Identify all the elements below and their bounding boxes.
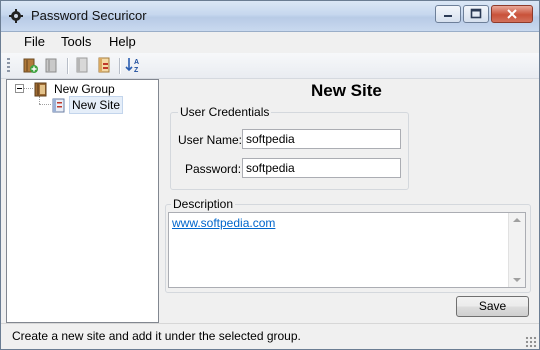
save-button[interactable]: Save: [456, 296, 529, 317]
scroll-up-icon[interactable]: [513, 218, 521, 222]
password-label: Password:: [185, 162, 242, 176]
status-text: Create a new site and add it under the s…: [12, 329, 301, 343]
app-window: Password Securicor File Tools Help A Z N…: [0, 0, 540, 350]
tree-item-label: New Site: [69, 96, 124, 114]
delete-icon[interactable]: [43, 56, 61, 74]
svg-text:A: A: [134, 59, 139, 66]
toolbar-separator: [119, 58, 121, 74]
window-controls: [433, 5, 533, 25]
svg-text:Z: Z: [134, 67, 139, 74]
credentials-groupbox: User Credentials: [170, 105, 409, 190]
site-icon: [52, 98, 65, 113]
description-link[interactable]: www.softpedia.com: [172, 216, 275, 230]
password-field[interactable]: [242, 158, 401, 178]
page-title: New Site: [311, 81, 382, 100]
tree-connector: [24, 88, 33, 89]
menu-bar: File Tools Help: [1, 32, 539, 52]
description-textarea[interactable]: www.softpedia.com: [168, 212, 526, 288]
credentials-label: User Credentials: [178, 105, 272, 119]
toolbar-grip[interactable]: [7, 58, 10, 74]
description-label: Description: [171, 197, 236, 211]
add-group-icon[interactable]: [21, 56, 39, 74]
tree-connector: [39, 96, 40, 104]
menu-file[interactable]: File: [24, 34, 45, 49]
group-tree[interactable]: New Group New Site: [6, 79, 159, 323]
folder-group-icon: [34, 82, 47, 97]
status-bar: Create a new site and add it under the s…: [1, 323, 539, 349]
maximize-button[interactable]: [463, 5, 489, 23]
minimize-icon: [444, 15, 452, 17]
collapse-toggle[interactable]: [15, 84, 24, 93]
toolbar: A Z: [1, 53, 539, 79]
title-bar[interactable]: Password Securicor: [1, 1, 539, 32]
description-scrollbar[interactable]: [508, 213, 525, 287]
maximize-icon: [470, 8, 482, 19]
close-button[interactable]: [491, 5, 533, 23]
toolbar-separator: [67, 58, 69, 74]
resize-grip[interactable]: [525, 336, 537, 348]
edit-site-icon[interactable]: [95, 56, 113, 74]
minimize-button[interactable]: [435, 5, 461, 23]
sort-az-icon[interactable]: A Z: [125, 56, 143, 74]
tree-connector: [39, 104, 51, 105]
close-icon: [507, 9, 517, 19]
menu-help[interactable]: Help: [109, 34, 136, 49]
app-icon: [9, 9, 23, 23]
scroll-down-icon[interactable]: [513, 278, 521, 282]
username-label: User Name:: [178, 133, 243, 147]
username-field[interactable]: [242, 129, 401, 149]
add-site-icon[interactable]: [73, 56, 91, 74]
window-title: Password Securicor: [31, 8, 147, 23]
tree-item-label: New Group: [54, 82, 115, 96]
menu-tools[interactable]: Tools: [61, 34, 91, 49]
